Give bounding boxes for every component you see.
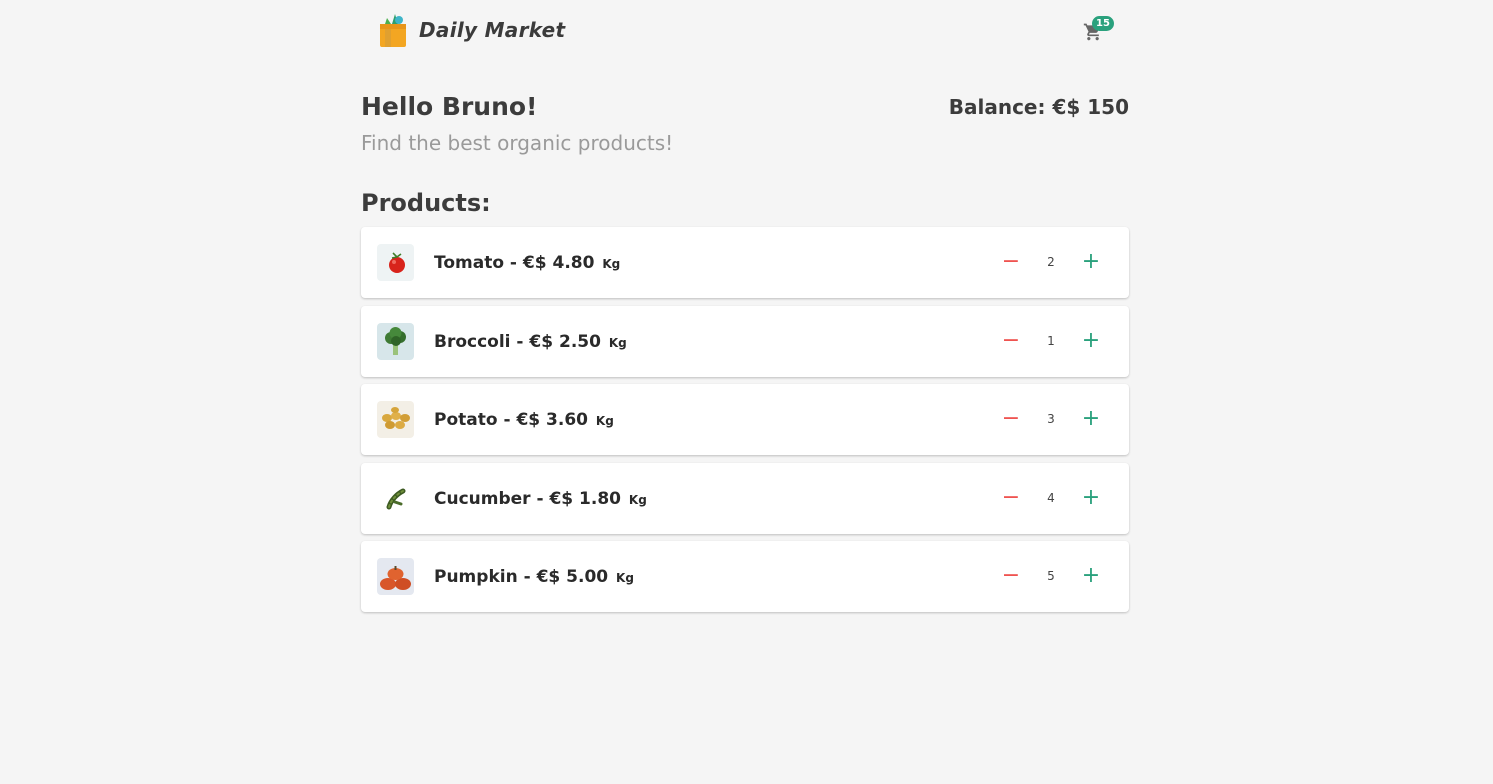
decrease-quantity-button[interactable]: − [1001,329,1021,351]
quantity-stepper: − 4 + [1001,486,1101,509]
greeting-heading: Hello Bruno! [361,92,538,121]
quantity-stepper: − 2 + [1001,251,1101,273]
quantity-value: 3 [1047,412,1055,426]
quantity-stepper: − 3 + [1001,408,1101,430]
product-card-broccoli: Broccoli - €$ 2.50 Kg − 1 + [361,305,1129,377]
increase-quantity-button[interactable]: + [1081,565,1101,587]
quantity-value: 2 [1047,255,1055,269]
quantity-value: 4 [1047,490,1055,505]
products-heading: Products: [361,189,491,217]
product-list: Tomato - €$ 4.80 Kg − 2 + Broccoli - €$ … [361,227,1129,620]
increase-quantity-button[interactable]: + [1081,329,1101,351]
decrease-quantity-button[interactable]: − [1001,565,1021,587]
quantity-value: 1 [1047,333,1055,348]
product-name: Potato - €$ 3.60 Kg [434,410,614,430]
product-name: Cucumber - €$ 1.80 Kg [434,488,647,509]
increase-quantity-button[interactable]: + [1081,408,1101,430]
product-card-pumpkin: Pumpkin - €$ 5.00 Kg − 5 + [361,541,1129,612]
top-bar: Daily Market 15 [0,0,1493,60]
product-name: Tomato - €$ 4.80 Kg [434,253,621,273]
product-name: Pumpkin - €$ 5.00 Kg [434,567,634,587]
tomato-icon [377,244,414,281]
product-card-potato: Potato - €$ 3.60 Kg − 3 + [361,384,1129,455]
cart-count-badge: 15 [1092,16,1114,31]
decrease-quantity-button[interactable]: − [1001,486,1021,508]
quantity-stepper: − 5 + [1001,565,1101,587]
decrease-quantity-button[interactable]: − [1001,251,1021,273]
increase-quantity-button[interactable]: + [1081,486,1101,508]
brand-name: Daily Market [419,18,566,42]
broccoli-icon [377,322,414,360]
shopping-bag-icon [377,12,409,48]
quantity-stepper: − 1 + [1001,329,1101,352]
brand-logo[interactable]: Daily Market [377,12,565,48]
quantity-value: 5 [1047,569,1055,583]
pumpkin-icon [377,558,414,595]
product-card-tomato: Tomato - €$ 4.80 Kg − 2 + [361,227,1129,298]
cucumber-icon [377,479,414,517]
increase-quantity-button[interactable]: + [1081,251,1101,273]
decrease-quantity-button[interactable]: − [1001,408,1021,430]
product-name: Broccoli - €$ 2.50 Kg [434,331,627,352]
balance-label: Balance: €$ 150 [948,95,1129,119]
product-card-cucumber: Cucumber - €$ 1.80 Kg − 4 + [361,462,1129,534]
subtitle: Find the best organic products! [361,131,674,155]
potato-icon [377,401,414,438]
